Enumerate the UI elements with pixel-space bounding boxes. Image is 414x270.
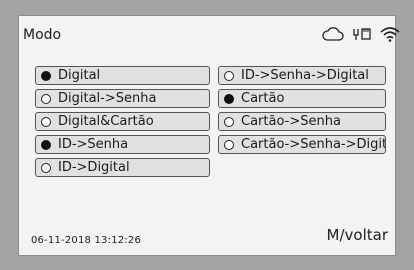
radio-selected-icon xyxy=(224,93,234,104)
back-hint[interactable]: M/voltar xyxy=(327,226,388,244)
option-label: Cartão xyxy=(241,91,285,106)
option-label: Cartão->Senha xyxy=(241,114,341,129)
option-id-digital[interactable]: ID->Digital xyxy=(35,158,210,177)
option-label: ID->Senha->Digital xyxy=(241,68,369,83)
option-cartao[interactable]: Cartão xyxy=(218,89,386,108)
radio-unselected-icon xyxy=(224,116,234,127)
option-id-senha-digital[interactable]: ID->Senha->Digital xyxy=(218,66,386,85)
option-label: Digital xyxy=(58,68,101,83)
status-bar xyxy=(322,25,400,43)
datetime-display: 06-11-2018 13:12:26 xyxy=(31,235,142,246)
wifi-icon xyxy=(380,26,400,42)
option-cartao-senha[interactable]: Cartão->Senha xyxy=(218,112,386,131)
option-label: Digital&Cartão xyxy=(58,114,154,129)
ethernet-icon xyxy=(352,27,372,41)
option-label: ID->Senha xyxy=(58,137,129,152)
option-label: Digital->Senha xyxy=(58,91,157,106)
option-digital-senha[interactable]: Digital->Senha xyxy=(35,89,210,108)
option-digital-cartao[interactable]: Digital&Cartão xyxy=(35,112,210,131)
option-cartao-senha-digital[interactable]: Cartão->Senha->Digit xyxy=(218,135,386,154)
radio-unselected-icon xyxy=(41,116,51,127)
cloud-icon xyxy=(322,27,344,41)
page-title: Modo xyxy=(23,27,62,43)
option-id-senha[interactable]: ID->Senha xyxy=(35,135,210,154)
option-label: ID->Digital xyxy=(58,160,130,175)
option-label: Cartão->Senha->Digit xyxy=(241,137,386,152)
radio-unselected-icon xyxy=(41,93,51,104)
radio-selected-icon xyxy=(41,70,51,81)
option-digital[interactable]: Digital xyxy=(35,66,210,85)
radio-unselected-icon xyxy=(224,70,234,81)
radio-unselected-icon xyxy=(224,139,234,150)
radio-selected-icon xyxy=(41,139,51,150)
radio-unselected-icon xyxy=(41,162,51,173)
